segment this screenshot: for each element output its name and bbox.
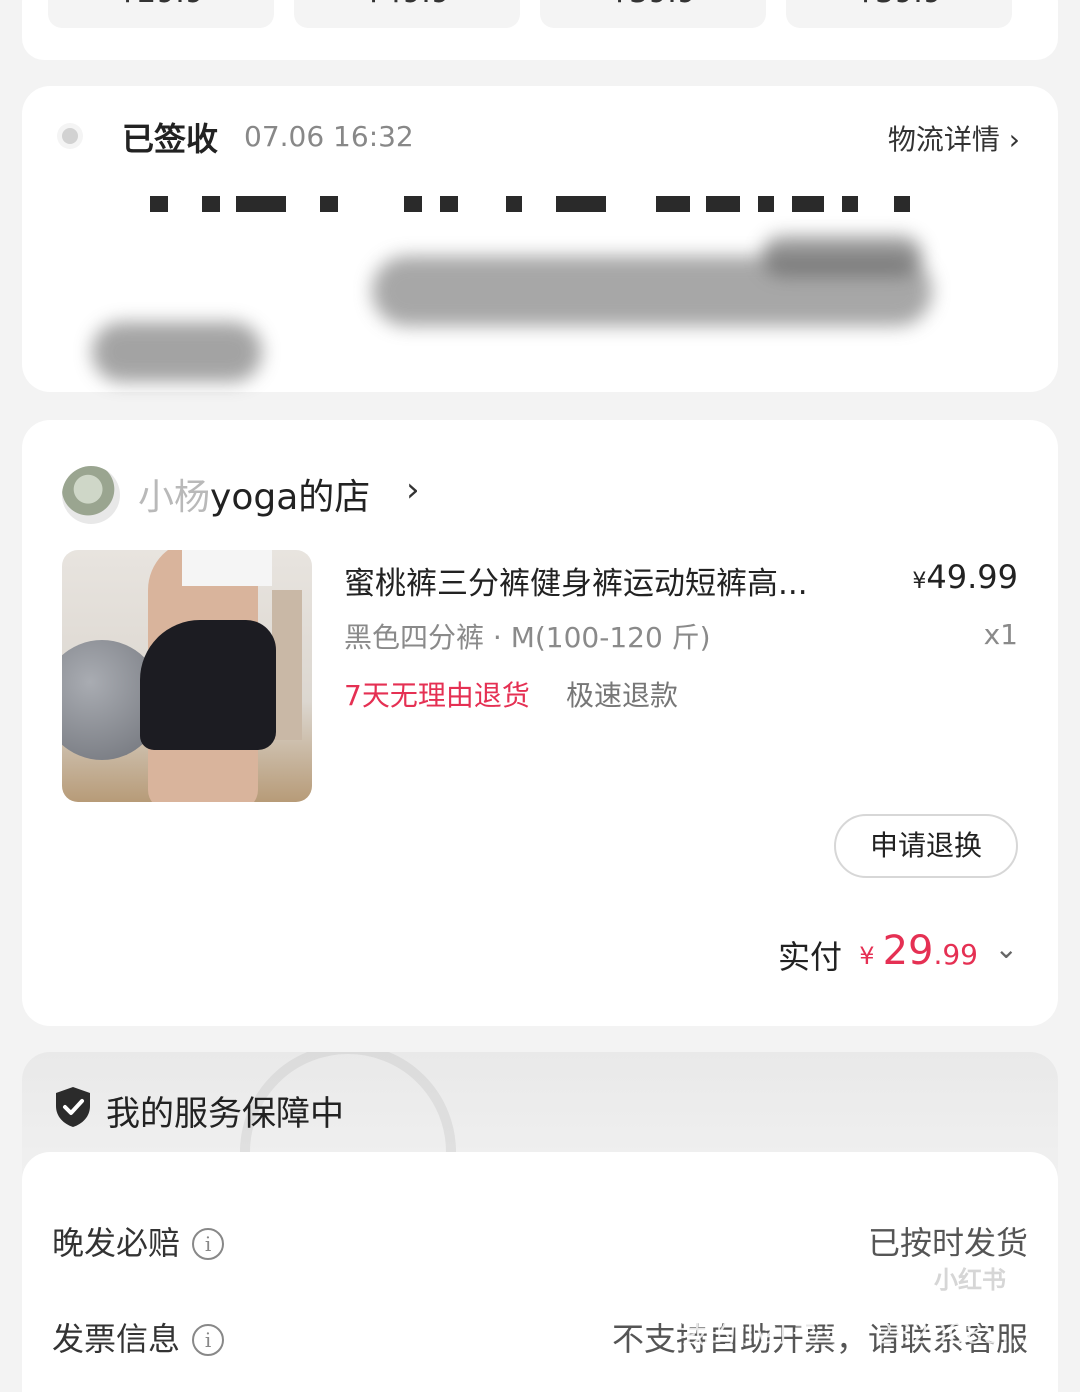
refund-exchange-button[interactable]: 申请退换 — [834, 814, 1018, 878]
shop-name-main: yoga的店 — [210, 477, 371, 518]
redacted-address — [150, 196, 930, 212]
info-icon[interactable]: i — [192, 1324, 225, 1356]
chevron-right-icon: › — [1008, 123, 1020, 156]
price-chip[interactable]: ¥39.9 — [786, 0, 1012, 28]
invoice-label: 发票信息 — [52, 1320, 181, 1358]
product-card: 小杨yoga的店 › 蜜桃裤三分裤健身裤运动短裤高... ¥49.99 黑色四分… — [22, 420, 1058, 1026]
shop-avatar[interactable] — [62, 466, 120, 524]
chevron-down-icon[interactable]: ⌄ — [995, 932, 1018, 965]
xiaohongshu-watermark: 小红书 — [910, 1256, 1030, 1304]
paid-decimal: .99 — [933, 938, 978, 971]
fast-refund-tag: 极速退款 — [566, 679, 679, 712]
price-chip-text: ¥39.9 — [856, 0, 942, 10]
logistics-detail-label: 物流详情 — [887, 123, 1000, 156]
price-chip[interactable]: ¥29.9 — [48, 0, 274, 28]
price-chip[interactable]: ¥49.9 — [294, 0, 520, 28]
product-image[interactable] — [62, 550, 312, 802]
product-spec: 黑色四分裤 · M(100-120 斤) — [344, 621, 711, 654]
return-policy-tag: 7天无理由退货 — [344, 679, 530, 712]
paid-amount: ¥29.99 — [859, 928, 978, 974]
paid-integer: 29 — [882, 928, 934, 974]
delivery-status: 已签收 — [122, 120, 219, 158]
paid-symbol: ¥ — [859, 942, 875, 970]
status-dot-icon — [62, 128, 78, 144]
logistics-card[interactable]: 已签收 07.06 16:32 物流详情 › — [22, 86, 1058, 392]
order-detail-page: ¥29.9 ¥49.9 ¥39.9 ¥39.9 已签收 07.06 16:32 … — [0, 0, 1080, 1392]
redacted-smudge — [762, 236, 922, 276]
price-chip-text: ¥29.9 — [118, 0, 204, 10]
redacted-smudge — [92, 322, 262, 382]
service-row-label: 晚发必赔 i — [52, 1218, 225, 1264]
paid-label: 实付 — [777, 938, 842, 976]
shield-check-icon — [56, 1087, 90, 1127]
price-value: 49.99 — [926, 558, 1018, 596]
shop-name[interactable]: 小杨yoga的店 — [138, 468, 370, 520]
service-row-label: 发票信息 i — [52, 1314, 225, 1360]
price-strip: ¥29.9 ¥49.9 ¥39.9 ¥39.9 — [22, 0, 1058, 60]
price-symbol: ¥ — [912, 569, 927, 594]
service-list: 晚发必赔 i 已按时发货 发票信息 i 不支持自助开票，请联系客服 — [22, 1152, 1058, 1392]
shop-name-faded: 小杨 — [138, 477, 211, 518]
product-title[interactable]: 蜜桃裤三分裤健身裤运动短裤高... — [344, 558, 874, 603]
product-price: ¥49.99 — [912, 558, 1018, 596]
info-icon[interactable]: i — [192, 1228, 225, 1260]
late-delivery-label: 晚发必赔 — [52, 1224, 181, 1262]
price-chip-text: ¥39.9 — [610, 0, 696, 10]
product-quantity: x1 — [983, 618, 1018, 651]
price-chip[interactable]: ¥39.9 — [540, 0, 766, 28]
price-chip-text: ¥49.9 — [364, 0, 450, 10]
user-id-overlay: 我的小红书号：2820088... — [680, 1317, 1028, 1350]
logistics-detail-link[interactable]: 物流详情 › — [888, 118, 1020, 158]
chevron-right-icon[interactable]: › — [406, 470, 420, 510]
delivery-time: 07.06 16:32 — [244, 120, 414, 153]
service-title: 我的服务保障中 — [106, 1094, 344, 1134]
